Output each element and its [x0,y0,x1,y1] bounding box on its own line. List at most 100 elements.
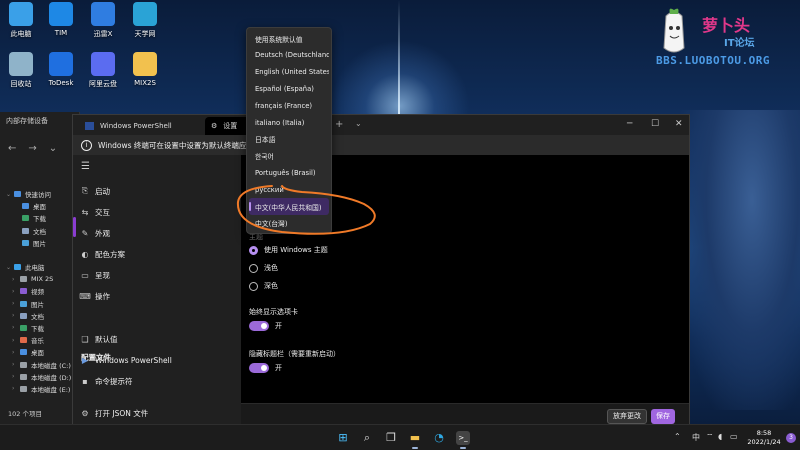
edge-icon[interactable]: ◔ [432,431,446,445]
nav-item-monitor[interactable]: ▭ 呈现 [79,265,237,285]
powershell-icon [85,122,94,130]
toggle-state: 开 [275,322,282,330]
expand-icon[interactable]: ⌄ [6,264,14,271]
tree-item[interactable]: › 本地磁盘 (C:) [0,358,79,370]
wifi-icon[interactable]: ⌔ [706,432,714,442]
tree-this-pc[interactable]: ⌄ 此电脑 [0,261,79,273]
tree-item[interactable]: › 文档 [0,310,79,322]
desktop-icon[interactable]: 阿里云盘 [83,52,123,89]
new-tab-button[interactable]: + [335,119,343,130]
back-arrow-icon[interactable]: ← [8,143,16,154]
chevron-down-icon[interactable]: ⌄ [49,143,57,154]
desktop-icon[interactable]: MIX2S [125,52,165,87]
nav-item-palette[interactable]: ◐ 配色方案 [79,244,237,264]
chevron-up-icon[interactable]: ⌃ [674,432,681,441]
language-option[interactable]: italiano (Italia) [249,114,329,131]
expand-icon[interactable]: › [12,324,20,331]
battery-icon[interactable]: ▭ [730,432,738,441]
tree-item[interactable]: › 桌面 [0,346,79,358]
expand-icon[interactable]: › [12,288,20,295]
language-option[interactable]: français (France) [249,97,329,114]
radio-button[interactable] [249,281,258,291]
nav-item-keyboard[interactable]: ⌨ 操作 [79,286,237,306]
language-option[interactable]: 한국어 [249,148,329,165]
desktop-icon[interactable]: 迅雷X [83,2,123,39]
discard-changes-button[interactable]: 放弃更改 [607,409,647,424]
radio-button[interactable] [249,263,258,273]
tree-item[interactable]: 文档 [0,225,79,237]
close-icon[interactable]: ✕ [675,119,683,129]
language-option[interactable]: English (United States) [249,64,329,81]
tree-item[interactable]: › 下载 [0,322,79,334]
start-icon[interactable]: ⊞ [336,431,350,445]
hide-titlebar-toggle[interactable]: 开 [249,363,282,373]
expand-icon[interactable]: ⌄ [6,191,14,198]
tab-powershell[interactable]: Windows PowerShell [79,117,205,135]
language-option[interactable]: Português (Brasil) [249,164,329,181]
tree-item[interactable]: 桌面 [0,200,79,212]
language-option[interactable]: 使用系统默认值 [249,30,329,47]
clock[interactable]: 8:58 2022/1/24 [744,429,784,447]
lang-indicator[interactable]: 中 [692,432,700,443]
profile-item[interactable]: ▶ Windows PowerShell [79,350,237,370]
profile-item[interactable]: ❑ 默认值 [79,329,237,349]
tree-item[interactable]: › 本地磁盘 (D:) [0,371,79,383]
file-explorer-icon[interactable]: ▬ [408,431,422,445]
expand-icon[interactable]: › [12,385,20,392]
desktop-icon[interactable]: 此电脑 [1,2,41,39]
terminal-icon[interactable]: >_ [456,431,470,445]
tree-item[interactable]: › 本地磁盘 (E:) [0,383,79,395]
nav-label: 配色方案 [95,249,125,259]
radish-mascot-icon [663,8,685,53]
tree-item[interactable]: › 音乐 [0,334,79,346]
theme-radio[interactable]: 浅色 [249,263,278,273]
radio-button[interactable] [249,245,258,255]
language-option[interactable]: Español (España) [249,80,329,97]
search-icon[interactable]: ⌕ [360,431,374,445]
desktop-icon[interactable]: 天学网 [125,2,165,39]
radio-label: 浅色 [264,264,278,272]
expand-icon[interactable]: › [12,312,20,319]
folder-icon [20,276,27,283]
nav-item-launch[interactable]: ⎘ 启动 [79,181,237,201]
desktop-icon[interactable]: TIM [41,2,81,37]
forward-arrow-icon[interactable]: → [28,143,36,154]
theme-radio[interactable]: 深色 [249,281,278,291]
desktop-icon[interactable]: ToDesk [41,52,81,87]
volume-icon[interactable]: ◖ [718,432,722,441]
tree-item[interactable]: › 图片 [0,298,79,310]
hamburger-menu-icon[interactable]: ☰ [81,161,90,172]
minimize-icon[interactable]: ─ [627,119,632,129]
open-json-button[interactable]: ⚙ 打开 JSON 文件 [79,403,237,423]
toggle-switch[interactable] [249,321,269,331]
tree-item[interactable]: 图片 [0,237,79,249]
expand-icon[interactable]: › [12,361,20,368]
nav-item-brush[interactable]: ✎ 外观 [79,223,237,243]
profile-item[interactable]: ▪ 命令提示符 [79,371,237,391]
notification-badge[interactable]: 3 [786,433,796,443]
tab-dropdown-chevron-icon[interactable]: ⌄ [355,119,362,128]
folder-icon [22,203,29,210]
tree-item[interactable]: › MIX 2S [0,273,79,285]
theme-radio[interactable]: 使用 Windows 主题 [249,245,328,255]
language-option[interactable]: Deutsch (Deutschland) [249,47,329,64]
folder-icon [20,373,27,380]
expand-icon[interactable]: › [12,337,20,344]
folder-icon [133,52,157,76]
tree-item[interactable]: 下载 [0,212,79,224]
expand-icon[interactable]: › [12,349,20,356]
maximize-icon[interactable]: ☐ [651,119,659,129]
expand-icon[interactable]: › [12,276,20,283]
folder-icon [20,361,27,368]
toggle-switch[interactable] [249,363,269,373]
tree-quick-access[interactable]: ⌄ 快速访问 [0,188,79,200]
always-show-tabs-toggle[interactable]: 开 [249,321,282,331]
language-option[interactable]: 日本語 [249,131,329,148]
desktop-icon[interactable]: 回收站 [1,52,41,89]
expand-icon[interactable]: › [12,373,20,380]
tree-item[interactable]: › 视频 [0,285,79,297]
nav-item-interaction[interactable]: ⇆ 交互 [79,202,237,222]
expand-icon[interactable]: › [12,300,20,307]
task-view-icon[interactable]: ❐ [384,431,398,445]
save-button[interactable]: 保存 [651,409,675,424]
